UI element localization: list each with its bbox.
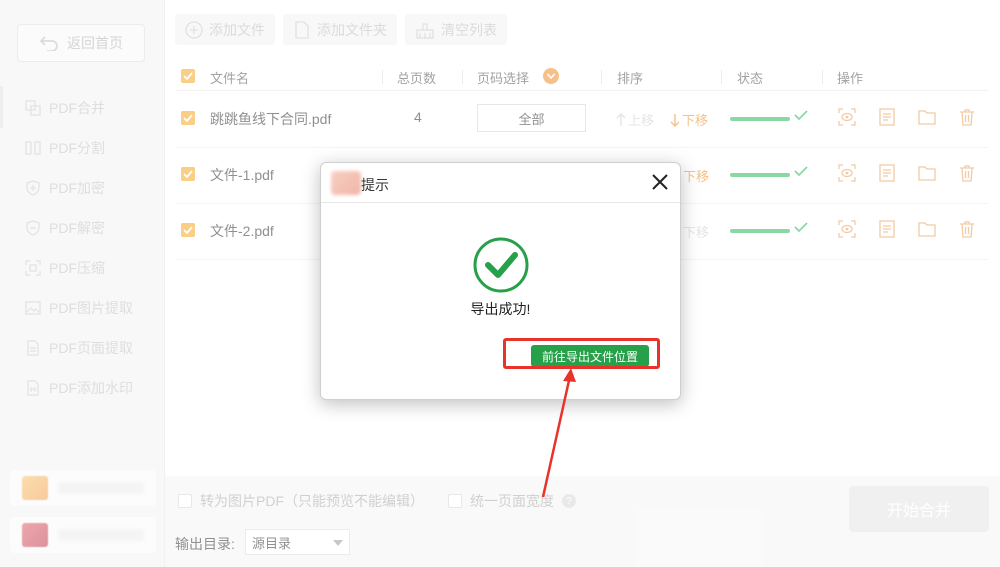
annotation-arrow	[541, 368, 576, 498]
